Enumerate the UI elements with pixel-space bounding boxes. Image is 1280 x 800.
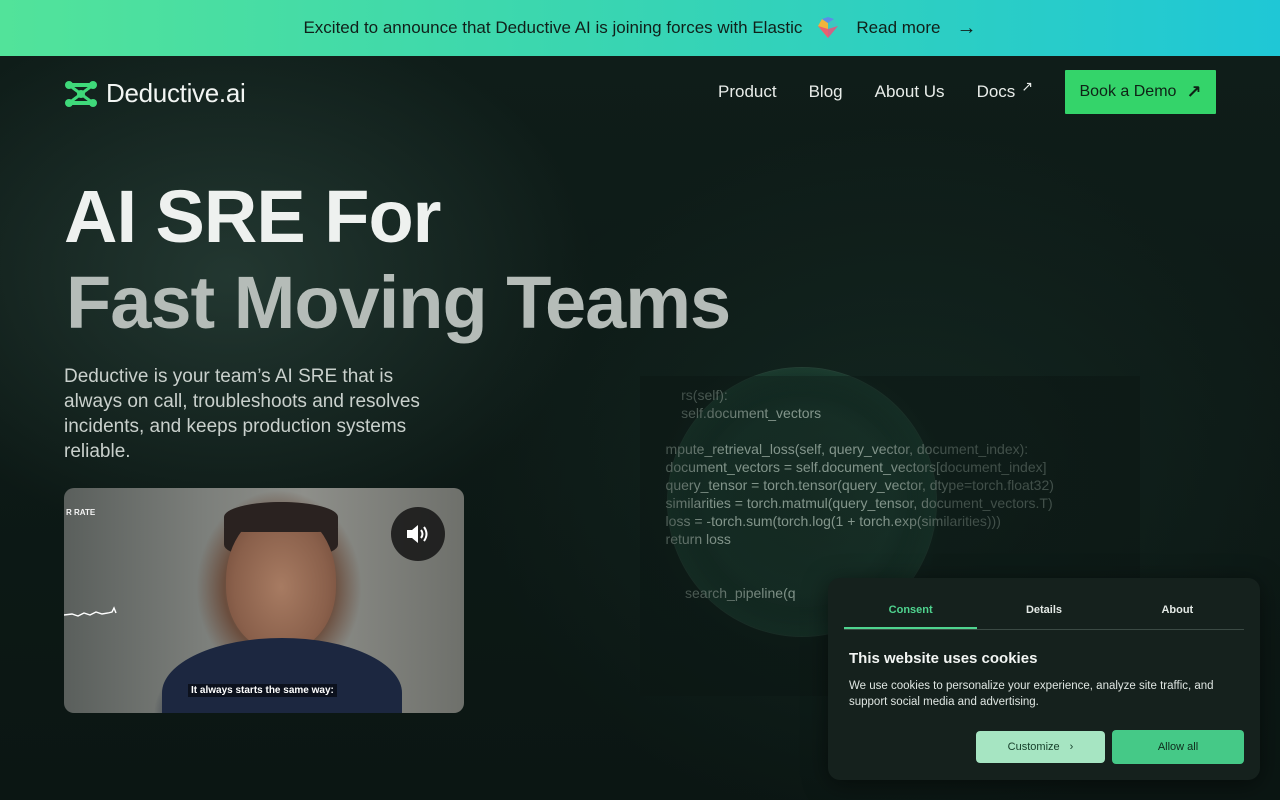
video-caption: It always starts the same way: [188, 684, 337, 697]
headline-line-2: Fast Moving Teams [66, 261, 731, 344]
elastic-heart-icon [818, 17, 839, 38]
intro-video[interactable]: R RATE It always starts the same way: [64, 488, 464, 713]
announcement-banner: Excited to announce that Deductive AI is… [0, 0, 1280, 56]
external-link-icon: ↗ [1021, 78, 1034, 94]
video-person-hair-top [224, 502, 338, 532]
read-more-label: Read more [856, 18, 941, 37]
video-person-shirt [162, 638, 402, 713]
code-line: self.document_vectors [650, 405, 822, 421]
book-demo-button[interactable]: Book a Demo ↗ [1065, 70, 1216, 114]
cookie-tabs: Consent Details About [844, 596, 1244, 630]
headline-line-1: AI SRE For [64, 175, 441, 258]
nav-product[interactable]: Product [718, 82, 777, 102]
heartbeat-wave-icon [64, 606, 117, 617]
code-line: document_vectors = self.document_vectors… [650, 459, 1047, 475]
speaker-icon [407, 525, 428, 543]
tab-details[interactable]: Details [977, 596, 1110, 629]
brand-logo[interactable]: Deductive.ai [64, 78, 246, 109]
customize-label: Customize [1007, 741, 1060, 753]
deductive-logo-icon [65, 80, 97, 107]
nav-docs-label: Docs [976, 82, 1016, 101]
hero-subtitle: Deductive is your team’s AI SRE that is … [64, 366, 420, 462]
video-overlay-text: R RATE [66, 508, 96, 517]
code-line: similarities = torch.matmul(query_tensor… [650, 495, 1053, 511]
cookie-title: This website uses cookies [849, 650, 1038, 667]
code-line: query_tensor = torch.tensor(query_vector… [650, 477, 1054, 493]
read-more-link[interactable]: Read more → [856, 18, 976, 38]
code-snippet: rs(self): self.document_vectors mpute_re… [650, 386, 1110, 602]
nav-docs[interactable]: Docs ↗ [976, 78, 1033, 102]
brand-name: Deductive.ai [106, 78, 246, 108]
arrow-right-icon: → [956, 17, 977, 39]
chevron-right-icon: › [1069, 741, 1074, 753]
code-line: mpute_retrieval_loss(self, query_vector,… [650, 441, 1029, 457]
arrow-up-right-icon: ↗ [1186, 81, 1202, 102]
code-line: loss = -torch.sum(torch.log(1 + torch.ex… [650, 513, 1001, 529]
allow-all-button[interactable]: Allow all [1112, 730, 1244, 764]
cookie-consent-dialog: Consent Details About This website uses … [828, 578, 1260, 780]
sound-toggle-button[interactable] [391, 507, 445, 561]
book-demo-label: Book a Demo [1079, 83, 1177, 100]
nav-blog[interactable]: Blog [809, 82, 843, 102]
hero-headline: AI SRE For Fast Moving Teams [64, 174, 731, 346]
code-line: rs(self): [650, 387, 728, 403]
announcement-text: Excited to announce that Deductive AI is… [303, 18, 803, 37]
main-nav: Product Blog About Us Docs ↗ [718, 78, 1033, 102]
tab-about[interactable]: About [1111, 596, 1244, 629]
cookie-description: We use cookies to personalize your exper… [849, 680, 1214, 708]
nav-about-us[interactable]: About Us [875, 82, 945, 102]
customize-button[interactable]: Customize › [976, 731, 1105, 763]
code-line: return loss [650, 531, 731, 547]
tab-consent[interactable]: Consent [844, 596, 978, 629]
